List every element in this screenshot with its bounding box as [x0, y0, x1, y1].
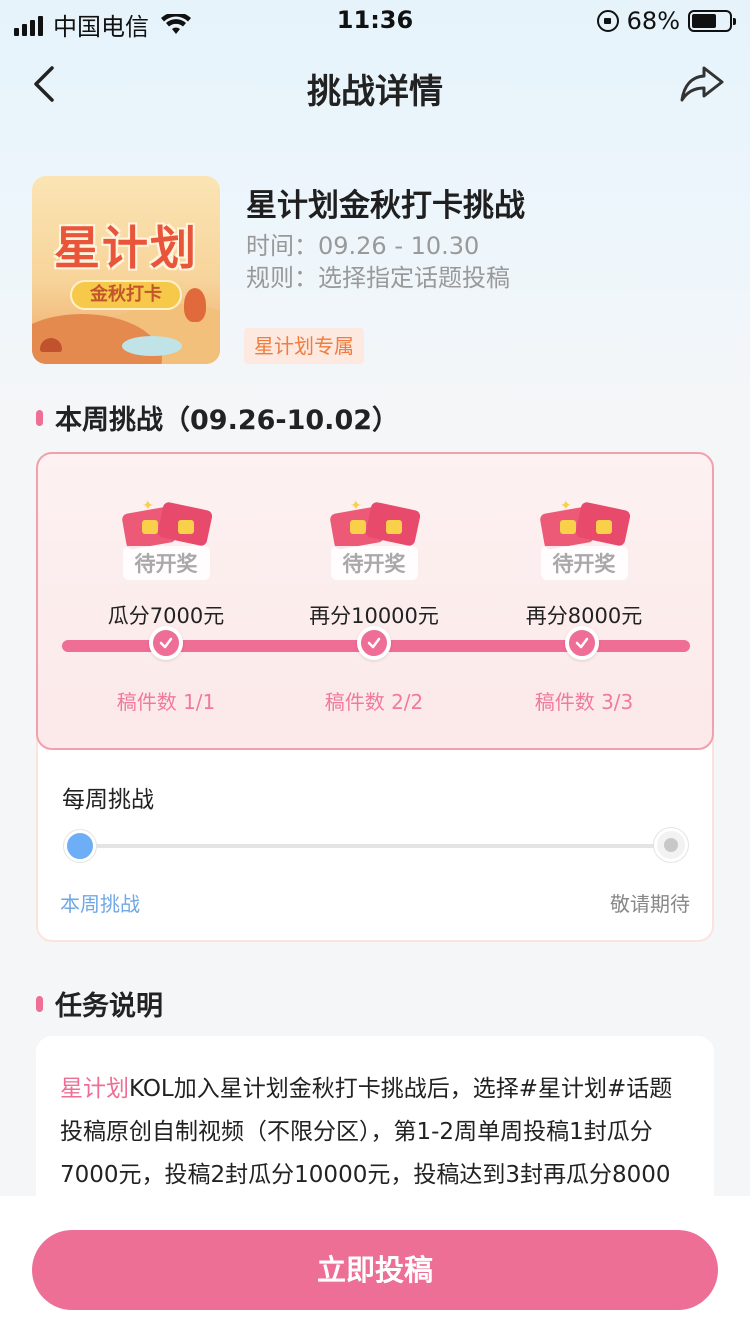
status-bar: 中国电信 11:36 68% [0, 0, 750, 41]
challenge-time: 时间：09.26 - 10.30 [246, 232, 480, 260]
stage-2: ✦ 待开奖 再分10000元 [294, 498, 454, 630]
battery-icon [688, 10, 736, 32]
status-right: 68% [596, 7, 736, 35]
stage-1: ✦ 待开奖 瓜分7000元 [86, 498, 246, 630]
bottom-action-bar: 立即投稿 [0, 1196, 750, 1334]
cover-ribbon: 金秋打卡 [70, 280, 182, 310]
red-envelope-icon: ✦ [116, 498, 216, 552]
heading-marker [36, 995, 43, 1012]
week-challenge-card: ✦ 待开奖 瓜分7000元 ✦ 待开奖 再分10000元 ✦ 待开奖 再分800… [36, 452, 714, 942]
stage-2-check-icon [357, 626, 391, 660]
stage-3: ✦ 待开奖 再分8000元 [504, 498, 664, 630]
stage-3-check-icon [565, 626, 599, 660]
stage-count: 稿件数 1/1 [116, 690, 216, 714]
reward-stages-panel: ✦ 待开奖 瓜分7000元 ✦ 待开奖 再分10000元 ✦ 待开奖 再分800… [36, 452, 714, 750]
weekly-timeline-track [78, 844, 674, 848]
stage-status: 待开奖 [540, 546, 628, 580]
stage-count: 稿件数 3/3 [534, 690, 634, 714]
heading-marker [36, 409, 43, 426]
current-week-dot[interactable] [64, 830, 96, 862]
stage-1-check-icon [149, 626, 183, 660]
weekly-challenge-label: 每周挑战 [62, 787, 154, 813]
stage-status: 待开奖 [330, 546, 418, 580]
exclusive-tag: 星计划专属 [244, 328, 364, 364]
coming-soon-label: 敬请期待 [610, 892, 690, 916]
red-envelope-icon: ✦ [534, 498, 634, 552]
orientation-lock-icon [596, 10, 619, 32]
page-title: 挑战详情 [307, 72, 443, 112]
week-heading-text: 本周挑战（09.26-10.02） [55, 405, 400, 436]
task-heading: 任务说明 [36, 984, 163, 1023]
week-challenge-heading: 本周挑战（09.26-10.02） [36, 398, 399, 437]
nav-bar: 挑战详情 [0, 42, 750, 126]
task-highlight: 星计划 [60, 1076, 129, 1102]
stage-status: 待开奖 [122, 546, 210, 580]
challenge-rule: 规则：选择指定话题投稿 [246, 264, 510, 292]
challenge-cover-image: 星计划 金秋打卡 [32, 176, 220, 364]
challenge-title: 星计划金秋打卡挑战 [246, 188, 525, 224]
submit-button[interactable]: 立即投稿 [32, 1230, 718, 1310]
cover-title: 星计划 [54, 221, 198, 275]
red-envelope-icon: ✦ [324, 498, 424, 552]
stage-count: 稿件数 2/2 [324, 690, 424, 714]
share-icon[interactable] [678, 60, 726, 108]
task-heading-text: 任务说明 [55, 991, 163, 1022]
battery-percent: 68% [626, 7, 680, 35]
current-week-label[interactable]: 本周挑战 [60, 888, 140, 917]
lock-icon [654, 828, 688, 862]
